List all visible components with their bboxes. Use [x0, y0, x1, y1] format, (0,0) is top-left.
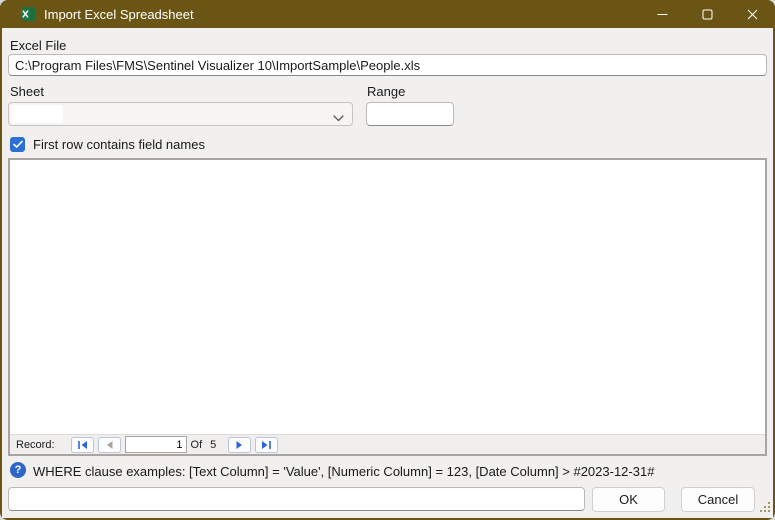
range-input[interactable] — [366, 102, 454, 126]
first-row-checkbox-label: First row contains field names — [33, 137, 205, 152]
sheet-select[interactable] — [8, 102, 353, 126]
first-row-checkbox-row[interactable]: First row contains field names — [10, 137, 205, 152]
first-record-icon[interactable] — [70, 436, 94, 453]
resize-grip[interactable] — [758, 500, 771, 516]
close-icon[interactable] — [730, 0, 775, 28]
next-record-icon[interactable] — [228, 436, 252, 453]
help-icon[interactable]: ? — [10, 462, 26, 478]
excel-file-label: Excel File — [10, 38, 67, 53]
record-number-input[interactable] — [124, 436, 187, 453]
where-clause-examples: WHERE clause examples: [Text Column] = '… — [33, 464, 655, 479]
where-clause-input[interactable] — [8, 487, 585, 511]
previous-record-icon[interactable] — [97, 436, 121, 453]
sheet-label: Sheet — [10, 84, 44, 99]
maximize-icon[interactable] — [685, 0, 730, 28]
excel-app-icon — [20, 6, 36, 22]
minimize-icon[interactable] — [640, 0, 685, 28]
record-navigator: Record: Of 5 — [10, 434, 765, 454]
chevron-down-icon — [333, 110, 344, 125]
window-title: Import Excel Spreadsheet — [44, 6, 194, 22]
range-label: Range — [367, 84, 406, 99]
titlebar-buttons — [640, 0, 775, 28]
preview-grid-body[interactable] — [10, 160, 765, 434]
first-row-checkbox[interactable] — [10, 137, 25, 152]
ok-button[interactable]: OK — [592, 487, 665, 512]
title-bar: Import Excel Spreadsheet — [0, 0, 775, 28]
sheet-select-edit[interactable] — [11, 105, 63, 123]
dialog-content: Excel File Sheet Range First row contain… — [2, 28, 773, 518]
record-label: Record: — [16, 438, 55, 451]
excel-file-input[interactable] — [8, 54, 767, 76]
record-total: 5 — [210, 438, 217, 451]
record-of-label: Of — [190, 438, 203, 451]
cancel-button[interactable]: Cancel — [681, 487, 755, 512]
import-dialog-window: Import Excel Spreadsheet Excel File Shee… — [0, 0, 775, 520]
last-record-icon[interactable] — [255, 436, 279, 453]
preview-grid: Record: Of 5 — [8, 158, 767, 456]
